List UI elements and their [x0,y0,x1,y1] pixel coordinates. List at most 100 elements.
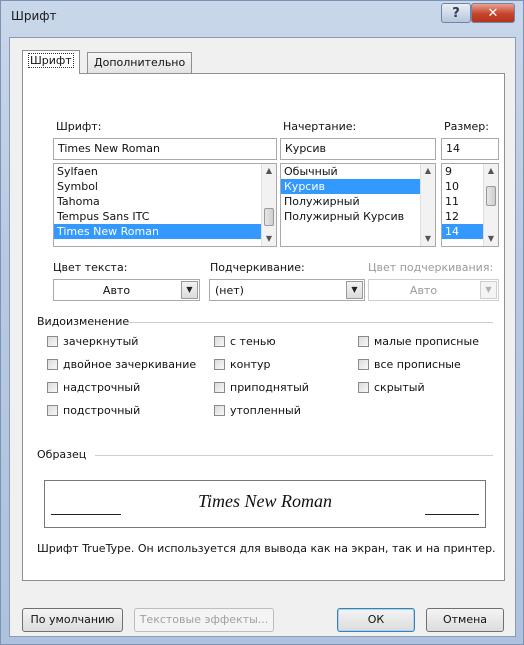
list-item[interactable]: Обычный [281,164,435,179]
checkbox-label: малые прописные [374,335,479,348]
checkbox-label: скрытый [374,381,425,394]
engrave-checkbox[interactable]: утопленный [214,404,301,417]
scroll-up-icon[interactable]: ▲ [484,164,498,178]
preview-text: Times New Roman [197,491,332,511]
checkbox-label: надстрочный [63,381,141,394]
chevron-down-icon: ▼ [480,281,497,299]
font-list[interactable]: Sylfaen Symbol Tahoma Tempus Sans ITC Ti… [53,163,277,247]
checkbox-label: с тенью [230,335,276,348]
small-caps-checkbox[interactable]: малые прописные [358,335,479,348]
list-item-selected[interactable]: Times New Roman [54,224,276,239]
checkbox-box[interactable] [47,336,58,347]
checkbox-label: утопленный [230,404,301,417]
style-input[interactable]: Курсив [280,138,436,160]
list-item-selected[interactable]: Курсив [281,179,420,194]
preview-group-title: Образец [37,448,87,461]
chevron-down-icon[interactable]: ▼ [346,281,363,299]
hidden-checkbox[interactable]: скрытый [358,381,425,394]
double-strikethrough-checkbox[interactable]: двойное зачеркивание [47,358,196,371]
list-item[interactable]: Полужирный Курсив [281,209,435,224]
preview-underline-left [51,514,121,515]
tab-advanced[interactable]: Дополнительно [87,52,193,74]
scroll-down-icon[interactable]: ▼ [484,232,498,246]
tab-font-label: Шрифт [28,53,74,68]
chevron-down-icon[interactable]: ▼ [181,281,198,299]
checkbox-label: приподнятый [230,381,309,394]
strikethrough-checkbox[interactable]: зачеркнутый [47,335,138,348]
size-list-scrollbar[interactable]: ▲ ▼ [483,164,498,246]
list-item[interactable]: Полужирный [281,194,435,209]
font-tab-panel: Шрифт: Times New Roman Sylfaen Symbol Ta… [22,73,505,581]
scroll-up-icon[interactable]: ▲ [262,164,276,178]
title-bar[interactable]: Шрифт ? ✕ [1,1,524,37]
checkbox-label: зачеркнутый [63,335,139,348]
text-color-label: Цвет текста: [53,261,128,274]
text-color-select[interactable]: Авто ▼ [53,279,200,301]
scroll-down-icon[interactable]: ▼ [421,232,435,246]
size-list[interactable]: 9 10 11 12 14 ▲ ▼ [441,163,499,247]
tab-advanced-label: Дополнительно [94,56,186,69]
checkbox-box[interactable] [47,359,58,370]
all-caps-checkbox[interactable]: все прописные [358,358,461,371]
close-icon: ✕ [487,5,499,21]
checkbox-box[interactable] [358,336,369,347]
list-item-selected[interactable]: 14 [442,224,483,239]
style-label: Начертание: [283,120,357,133]
checkbox-box[interactable] [214,405,225,416]
scroll-up-icon[interactable]: ▲ [421,164,435,178]
list-item[interactable]: Tempus Sans ITC [54,209,276,224]
size-input[interactable]: 14 [441,138,499,160]
dialog-client: Шрифт Дополнительно Шрифт: Times New Rom… [9,37,516,637]
window-title: Шрифт [11,9,57,23]
list-item[interactable]: Sylfaen [54,164,276,179]
checkbox-box[interactable] [214,336,225,347]
checkbox-box[interactable] [358,359,369,370]
checkbox-label: контур [230,358,271,371]
underline-color-label: Цвет подчеркивания: [368,261,494,274]
underline-value: (нет) [215,284,244,297]
style-list-scrollbar[interactable]: ▲ ▼ [420,164,435,246]
superscript-checkbox[interactable]: надстрочный [47,381,140,394]
scroll-thumb[interactable] [486,186,496,206]
font-list-scrollbar[interactable]: ▲ ▼ [261,164,276,246]
text-color-value: Авто [102,284,131,297]
divider [128,322,493,323]
underline-label: Подчеркивание: [210,261,305,274]
checkbox-box[interactable] [47,405,58,416]
help-button[interactable]: ? [441,3,471,23]
outline-checkbox[interactable]: контур [214,358,270,371]
list-item[interactable]: Symbol [54,179,276,194]
font-label: Шрифт: [56,120,102,133]
list-item[interactable]: Tahoma [54,194,276,209]
underline-color-select: Авто ▼ [368,279,499,301]
scroll-thumb[interactable] [264,208,274,226]
underline-color-value: Авто [409,284,438,297]
set-default-button[interactable]: По умолчанию [22,608,123,632]
help-icon: ? [452,5,460,21]
checkbox-box[interactable] [214,359,225,370]
text-effects-button: Текстовые эффекты... [134,608,274,632]
emboss-checkbox[interactable]: приподнятый [214,381,309,394]
size-label: Размер: [444,120,489,133]
shadow-checkbox[interactable]: с тенью [214,335,276,348]
close-button[interactable]: ✕ [471,3,515,23]
tab-font[interactable]: Шрифт [22,50,80,74]
checkbox-box[interactable] [358,382,369,393]
cancel-button[interactable]: Отмена [426,608,504,632]
scroll-down-icon[interactable]: ▼ [262,232,276,246]
effects-group-title: Видоизменение [37,315,130,328]
preview-description: Шрифт TrueType. Он используется для выво… [37,542,496,555]
underline-select[interactable]: (нет) ▼ [209,279,365,301]
preview-underline-right [425,514,479,515]
ok-button[interactable]: ОК [337,608,415,632]
style-list[interactable]: Обычный Курсив Полужирный Полужирный Кур… [280,163,436,247]
preview-box: Times New Roman [44,480,486,528]
checkbox-label: двойное зачеркивание [63,358,197,371]
dialog-window: Шрифт ? ✕ Шрифт Дополнительно Шрифт: Tim… [0,0,524,645]
checkbox-box[interactable] [214,382,225,393]
checkbox-box[interactable] [47,382,58,393]
divider [95,455,493,456]
checkbox-label: подстрочный [63,404,141,417]
subscript-checkbox[interactable]: подстрочный [47,404,140,417]
font-input[interactable]: Times New Roman [53,138,277,160]
